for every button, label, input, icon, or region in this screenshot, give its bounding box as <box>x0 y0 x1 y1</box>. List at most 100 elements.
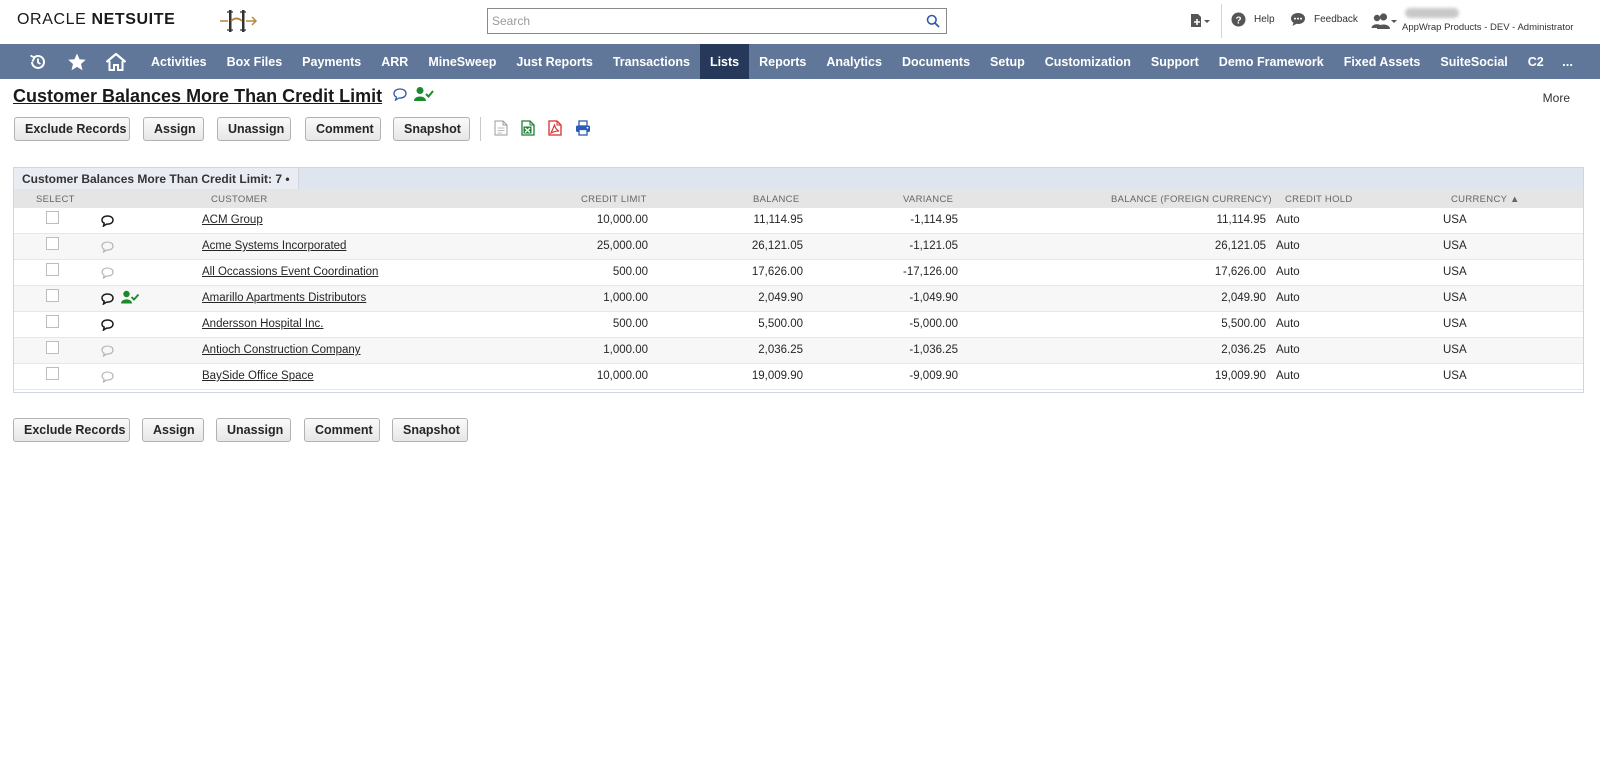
list-title[interactable]: Customer Balances More Than Credit Limit… <box>14 168 299 189</box>
nav-fixed-assets[interactable]: Fixed Assets <box>1334 44 1431 79</box>
help-link[interactable]: ? Help <box>1231 12 1275 27</box>
table-row: Amarillo Apartments Distributors 1,000.00… <box>14 286 1583 312</box>
balance-value: 2,036.25 <box>758 344 803 356</box>
add-comment-icon[interactable] <box>101 241 114 256</box>
customer-link[interactable]: All Occassions Event Coordination <box>202 266 378 278</box>
nav-suitesocial[interactable]: SuiteSocial <box>1430 44 1517 79</box>
table-row: BaySide Office Space 10,000.00 19,009.90 -9… <box>14 364 1583 390</box>
oracle-netsuite-logo[interactable]: ORACLE NETSUITE <box>17 11 175 29</box>
user-role: AppWrap Products - DEV - Administrator <box>1402 22 1574 33</box>
row-select-checkbox[interactable] <box>46 315 59 328</box>
balance-foreign-currency-value: 17,626.00 <box>1214 266 1266 278</box>
table-row: All Occassions Event Coordination 500.00 1… <box>14 260 1583 286</box>
col-variance[interactable]: VARIANCE <box>903 194 953 205</box>
col-credit-limit[interactable]: CREDIT LIMIT <box>581 194 647 205</box>
users-icon <box>1371 13 1397 29</box>
nav-support[interactable]: Support <box>1141 44 1209 79</box>
col-balance[interactable]: BALANCE <box>753 194 799 205</box>
nav-payments[interactable]: Payments <box>292 44 371 79</box>
credit-limit-value: 1,000.00 <box>603 292 648 304</box>
nav-documents[interactable]: Documents <box>892 44 980 79</box>
assign-button[interactable]: Assign <box>143 117 204 141</box>
customer-link[interactable]: ACM Group <box>202 214 263 226</box>
variance-value: -17,126.00 <box>903 266 958 278</box>
company-logo-icon[interactable] <box>218 7 258 38</box>
snapshot-button-bottom[interactable]: Snapshot <box>392 418 468 442</box>
variance-value: -9,009.90 <box>909 370 958 382</box>
table-row: Antioch Construction Company 1,000.00 2,03… <box>14 338 1583 364</box>
balance-foreign-currency-value: 19,009.90 <box>1214 370 1266 382</box>
col-credit-hold[interactable]: CREDIT HOLD <box>1285 194 1353 205</box>
print-icon[interactable] <box>575 120 591 139</box>
search-icon[interactable] <box>926 14 940 31</box>
recent-records-icon[interactable] <box>18 44 57 79</box>
excel-icon[interactable] <box>521 120 535 139</box>
nav-reports[interactable]: Reports <box>749 44 816 79</box>
create-new-menu[interactable] <box>1189 13 1211 29</box>
row-select-checkbox[interactable] <box>46 367 59 380</box>
add-comment-icon[interactable] <box>101 345 114 360</box>
customer-link[interactable]: Amarillo Apartments Distributors <box>202 292 366 304</box>
pdf-icon[interactable] <box>548 120 562 139</box>
main-navigation: Activities Box Files Payments ARR MineSw… <box>0 44 1600 79</box>
column-headers: SELECT CUSTOMER CREDIT LIMIT BALANCE VAR… <box>14 189 1583 208</box>
balance-value: 5,500.00 <box>758 318 803 330</box>
home-icon[interactable] <box>96 44 135 79</box>
nav-just-reports[interactable]: Just Reports <box>506 44 602 79</box>
row-select-checkbox[interactable] <box>46 237 59 250</box>
nav-analytics[interactable]: Analytics <box>816 44 892 79</box>
row-select-checkbox[interactable] <box>46 263 59 276</box>
global-search[interactable] <box>487 8 947 34</box>
nav-demo-framework[interactable]: Demo Framework <box>1209 44 1334 79</box>
col-currency[interactable]: CURRENCY ▲ <box>1451 194 1520 205</box>
comment-icon[interactable] <box>101 215 114 230</box>
nav-transactions[interactable]: Transactions <box>603 44 700 79</box>
nav-more-menu[interactable]: ... <box>1562 44 1573 79</box>
comment-icon[interactable] <box>101 319 114 334</box>
customer-link[interactable]: Andersson Hospital Inc. <box>202 318 323 330</box>
col-customer[interactable]: CUSTOMER <box>211 194 268 205</box>
exclude-records-button-bottom[interactable]: Exclude Records <box>13 418 130 442</box>
nav-setup[interactable]: Setup <box>980 44 1035 79</box>
comment-icon[interactable] <box>393 88 407 104</box>
add-comment-icon[interactable] <box>101 371 114 386</box>
nav-lists[interactable]: Lists <box>699 44 750 79</box>
nav-activities[interactable]: Activities <box>141 44 217 79</box>
comment-button[interactable]: Comment <box>305 117 381 141</box>
col-select[interactable]: SELECT <box>36 194 75 205</box>
comment-button-bottom[interactable]: Comment <box>304 418 380 442</box>
user-info[interactable]: AppWrap Products - DEV - Administrator <box>1402 5 1573 33</box>
nav-c2[interactable]: C2 <box>1518 44 1554 79</box>
list-header: Customer Balances More Than Credit Limit… <box>14 168 1583 189</box>
assign-button-bottom[interactable]: Assign <box>142 418 204 442</box>
search-input[interactable] <box>492 12 912 30</box>
exclude-records-button[interactable]: Exclude Records <box>14 117 130 141</box>
nav-arr[interactable]: ARR <box>371 44 418 79</box>
row-select-checkbox[interactable] <box>46 211 59 224</box>
more-actions-link[interactable]: More <box>1543 91 1570 105</box>
currency-value: USA <box>1443 266 1467 278</box>
snapshot-button[interactable]: Snapshot <box>393 117 470 141</box>
customer-link[interactable]: Acme Systems Incorporated <box>202 240 346 252</box>
unassign-button[interactable]: Unassign <box>217 117 291 141</box>
feedback-link[interactable]: Feedback <box>1290 12 1358 27</box>
assigned-user-icon[interactable] <box>121 290 140 307</box>
customer-link[interactable]: BaySide Office Space <box>202 370 314 382</box>
page-title[interactable]: Customer Balances More Than Credit Limit <box>13 86 382 107</box>
row-select-checkbox[interactable] <box>46 341 59 354</box>
star-icon[interactable] <box>57 44 96 79</box>
user-menu-toggle[interactable] <box>1371 13 1397 30</box>
assign-user-icon[interactable] <box>414 86 434 105</box>
csv-icon[interactable] <box>494 120 508 139</box>
variance-value: -1,121.05 <box>909 240 958 252</box>
add-comment-icon[interactable] <box>101 267 114 282</box>
unassign-button-bottom[interactable]: Unassign <box>216 418 291 442</box>
col-balance-foreign-currency[interactable]: BALANCE (FOREIGN CURRENCY) <box>1111 194 1272 205</box>
comment-icon[interactable] <box>101 293 114 308</box>
customer-link[interactable]: Antioch Construction Company <box>202 344 361 356</box>
row-select-checkbox[interactable] <box>46 289 59 302</box>
nav-minesweep[interactable]: MineSweep <box>418 44 506 79</box>
nav-customization[interactable]: Customization <box>1035 44 1141 79</box>
nav-box-files[interactable]: Box Files <box>217 44 293 79</box>
currency-value: USA <box>1443 292 1467 304</box>
